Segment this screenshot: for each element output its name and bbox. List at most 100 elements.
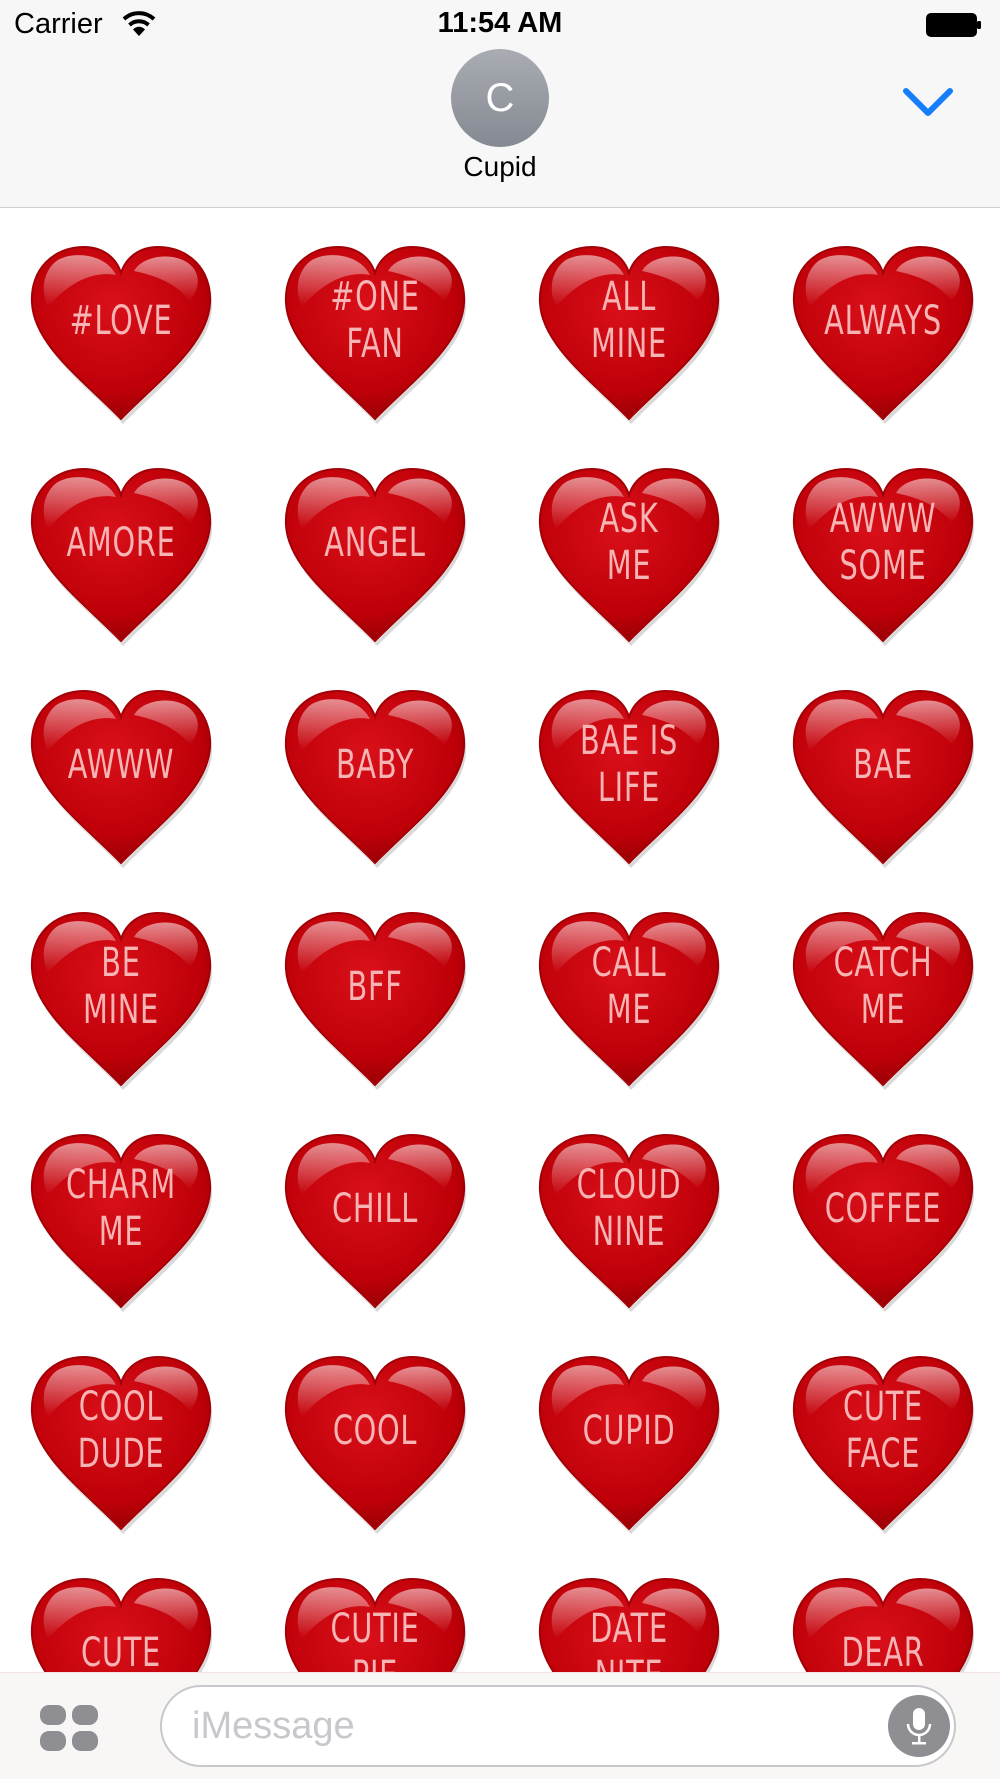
avatar-initial: C: [485, 75, 515, 120]
sticker-text: CHARM ME: [66, 1162, 176, 1255]
message-input[interactable]: iMessage: [160, 1685, 956, 1767]
sticker-text: COOL DUDE: [69, 1384, 173, 1477]
sticker-text: CLOUD NINE: [577, 1162, 681, 1255]
sticker[interactable]: ANGEL: [278, 463, 472, 647]
sticker-text-line: AMORE: [66, 519, 176, 566]
sticker-text-line: NINE: [592, 1209, 666, 1255]
sticker-text-line: AWWW: [67, 741, 175, 788]
sticker[interactable]: CHARM ME: [24, 1129, 218, 1313]
sticker-text-line: CALL: [591, 940, 667, 986]
sticker[interactable]: CUTIEPIE: [278, 1573, 472, 1672]
sticker[interactable]: BAE IS LIFE: [532, 685, 726, 869]
sticker[interactable]: BABY: [278, 685, 472, 869]
sticker-text-line: DATE: [590, 1606, 668, 1652]
sticker-text: #LOVE: [69, 275, 173, 367]
contact-avatar[interactable]: C: [451, 49, 549, 147]
sticker-text: BAE: [831, 719, 935, 811]
sticker[interactable]: CUTE FACE: [786, 1351, 980, 1535]
sticker-text: ANGEL: [323, 497, 427, 589]
sticker-text: COFFEE: [825, 1163, 941, 1255]
sticker-text-line: ME: [606, 543, 652, 589]
message-placeholder: iMessage: [192, 1705, 355, 1747]
sticker[interactable]: CUTE: [24, 1573, 218, 1672]
sticker[interactable]: COOL DUDE: [24, 1351, 218, 1535]
sticker[interactable]: ALWAYS: [786, 241, 980, 425]
sticker-text-line: AWWW: [829, 496, 937, 542]
sticker-text-line: CUTE: [843, 1384, 923, 1430]
sticker[interactable]: CALL ME: [532, 907, 726, 1091]
sticker-text-line: #LOVE: [69, 297, 173, 344]
sticker[interactable]: BAE: [786, 685, 980, 869]
sticker-text-line: BABY: [335, 741, 415, 788]
clock-time: 11:54 AM: [437, 7, 563, 39]
sticker-grid: #LOVE #ONE FAN ALL MINE ALWAYS AMORE ANGEL ASK ME…: [0, 208, 1000, 1672]
sticker-text: BAE IS LIFE: [577, 718, 681, 811]
sticker-text-line: SOME: [839, 543, 927, 589]
sticker-text-line: DUDE: [77, 1431, 165, 1477]
sticker-text: COOL: [323, 1385, 427, 1477]
composer-bar: iMessage: [0, 1672, 1000, 1779]
sticker-text: BE MINE: [69, 940, 173, 1033]
sticker-text-line: MINE: [83, 987, 159, 1033]
sticker[interactable]: COFFEE: [786, 1129, 980, 1313]
chevron-down-icon[interactable]: [902, 85, 954, 119]
contact-name[interactable]: Cupid: [0, 151, 1000, 183]
sticker-text: DATENITE: [577, 1606, 681, 1672]
sticker-text-line: ASK: [599, 496, 659, 542]
sticker-text-line: DEAR: [841, 1629, 925, 1673]
sticker[interactable]: AWWW SOME: [786, 463, 980, 647]
sticker-text: BABY: [323, 719, 427, 811]
sticker[interactable]: BE MINE: [24, 907, 218, 1091]
sticker[interactable]: #ONE FAN: [278, 241, 472, 425]
sticker-text-line: #ONE: [330, 274, 420, 320]
sticker[interactable]: ASK ME: [532, 463, 726, 647]
microphone-button[interactable]: [888, 1695, 950, 1757]
sticker-text: DEAR: [831, 1607, 935, 1673]
sticker-text-line: ME: [606, 987, 652, 1033]
sticker[interactable]: AMORE: [24, 463, 218, 647]
sticker-text: AWWW SOME: [829, 496, 937, 589]
sticker[interactable]: CHILL: [278, 1129, 472, 1313]
sticker[interactable]: CLOUD NINE: [532, 1129, 726, 1313]
sticker[interactable]: ALL MINE: [532, 241, 726, 425]
sticker-text: ASK ME: [577, 496, 681, 589]
sticker[interactable]: DEAR: [786, 1573, 980, 1672]
sticker-text: BFF: [323, 941, 427, 1033]
sticker-text-line: CUTE: [81, 1629, 161, 1673]
sticker-text: ALWAYS: [824, 275, 941, 367]
sticker-text-line: FACE: [845, 1431, 921, 1477]
sticker-text: CUPID: [577, 1385, 681, 1477]
sticker-text-line: CHARM: [66, 1162, 176, 1208]
sticker[interactable]: AWWW: [24, 685, 218, 869]
sticker[interactable]: CATCH ME: [786, 907, 980, 1091]
battery-icon: [926, 13, 981, 37]
sticker-text-line: NITE: [595, 1653, 664, 1672]
sticker-text-line: BAE IS: [580, 718, 678, 764]
sticker-text: CUTE FACE: [831, 1384, 935, 1477]
sticker-text-line: COOL: [78, 1384, 164, 1430]
sticker-text-line: FAN: [346, 321, 404, 367]
sticker-text-line: ALL: [602, 274, 656, 320]
sticker-text: CHILL: [323, 1163, 427, 1255]
sticker-text-line: CATCH: [833, 940, 933, 986]
microphone-icon: [906, 1708, 932, 1745]
sticker[interactable]: CUPID: [532, 1351, 726, 1535]
sticker[interactable]: COOL: [278, 1351, 472, 1535]
sticker-text: CUTE: [69, 1607, 173, 1673]
sticker-text-line: CUTIE: [330, 1606, 420, 1652]
sticker-text-line: MINE: [591, 321, 667, 367]
conversation-header: C Cupid: [0, 49, 1000, 208]
sticker[interactable]: DATENITE: [532, 1573, 726, 1672]
sticker-text-line: ME: [98, 1209, 144, 1255]
sticker-text-line: ANGEL: [324, 519, 426, 566]
sticker-text-line: ALWAYS: [824, 297, 942, 344]
app-drawer-icon[interactable]: [38, 1703, 100, 1753]
sticker-text: CALL ME: [577, 940, 681, 1033]
sticker-text: CATCH ME: [831, 940, 935, 1033]
sticker[interactable]: BFF: [278, 907, 472, 1091]
sticker-text-line: BE: [101, 940, 141, 986]
status-bar: Carrier 11:54 AM: [0, 0, 1000, 50]
sticker-text: AMORE: [66, 497, 176, 589]
sticker[interactable]: #LOVE: [24, 241, 218, 425]
sticker-text-line: LIFE: [597, 765, 661, 811]
